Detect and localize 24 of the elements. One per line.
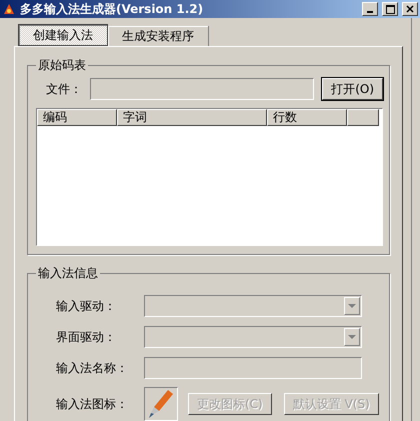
minimize-button[interactable] [362, 2, 378, 16]
maximize-icon [386, 4, 394, 14]
field-label: 输入法图标： [55, 396, 129, 412]
close-icon [406, 5, 414, 13]
tab[interactable]: 生成安装程序 [108, 26, 209, 46]
column-header[interactable]: 字词 [117, 109, 267, 126]
group-title: 原始码表 [37, 57, 87, 74]
pen-icon [148, 389, 174, 419]
column-header[interactable]: 编码 [37, 109, 117, 126]
close-button[interactable] [402, 2, 418, 16]
file-field[interactable] [90, 78, 314, 100]
open-button[interactable]: 打开(O) [322, 78, 383, 100]
maximize-button[interactable] [382, 2, 398, 16]
dropdown-arrow-icon [348, 304, 356, 308]
app-icon [2, 2, 16, 16]
field-label: 文件： [45, 80, 82, 98]
group-title: 输入法信息 [37, 265, 99, 282]
field-label: 界面驱动： [55, 328, 117, 346]
dropdown-arrow-icon [348, 334, 356, 340]
field-label: 输入驱动： [55, 298, 117, 314]
field-label: 输入法名称： [55, 360, 129, 376]
window-title: 多多输入法生成器(Version 1.2) [20, 0, 204, 18]
tab[interactable]: 创建输入法 [18, 24, 108, 46]
column-header[interactable]: 行数 [267, 109, 347, 126]
